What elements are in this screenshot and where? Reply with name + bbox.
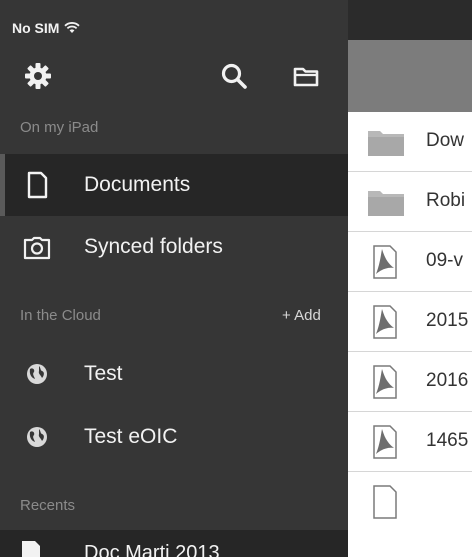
sidebar-item-synced-folders[interactable]: Synced folders <box>0 216 348 278</box>
file-name: 1465 <box>426 430 469 451</box>
sidebar-item-label: Documents <box>84 173 191 196</box>
folder-icon <box>368 131 404 156</box>
file-list-pane: Dow Robi 09-v 2015 2016 1465 <box>348 40 472 557</box>
recent-item[interactable]: Doc Marti 2013 <box>0 530 348 557</box>
sidebar-item-label: Test eOIC <box>84 425 178 448</box>
sidebar-toolbar <box>0 40 348 112</box>
pdf-icon <box>373 485 397 519</box>
settings-button[interactable] <box>20 58 56 94</box>
file-row[interactable]: Robi <box>348 172 472 232</box>
file-row[interactable]: 2016 <box>348 352 472 412</box>
globe-icon <box>27 364 47 384</box>
file-name: 2015 <box>426 310 469 331</box>
section-label-cloud: In the Cloud <box>20 307 101 324</box>
file-name: Dow <box>426 130 465 151</box>
sidebar-item-cloud-test-eoic[interactable]: Test eOIC <box>0 406 348 468</box>
sidebar-item-label: Synced folders <box>84 235 223 258</box>
file-row[interactable]: Dow <box>348 112 472 172</box>
search-button[interactable] <box>216 58 252 94</box>
document-icon <box>27 171 48 199</box>
sidebar-item-cloud-test[interactable]: Test <box>0 343 348 405</box>
carrier-label: No SIM <box>12 19 60 36</box>
folder-button[interactable] <box>288 58 324 94</box>
file-name: 2016 <box>426 370 469 391</box>
sidebar: No SIM On my iPad Documents Synced folde… <box>0 0 348 557</box>
globe-icon <box>27 427 47 447</box>
file-name: 09-v <box>426 250 463 271</box>
section-label-on-device: On my iPad <box>20 119 99 136</box>
folder-icon <box>293 67 319 87</box>
file-row[interactable]: 09-v <box>348 232 472 292</box>
gear-icon <box>25 63 51 89</box>
folder-icon <box>368 191 404 216</box>
status-bar: No SIM <box>0 0 348 40</box>
pdf-icon <box>373 245 397 279</box>
file-row[interactable] <box>348 472 472 532</box>
wifi-icon <box>64 21 81 33</box>
recent-item-label: Doc Marti 2013 <box>84 542 220 557</box>
add-cloud-button[interactable]: + Add <box>282 307 321 324</box>
section-label-recents: Recents <box>20 497 76 514</box>
file-row[interactable]: 1465 <box>348 412 472 472</box>
camera-folder-icon <box>23 236 51 260</box>
search-icon <box>221 63 247 89</box>
pdf-icon <box>373 425 397 459</box>
pdf-icon <box>373 305 397 339</box>
file-list-header <box>348 40 472 112</box>
pdf-icon <box>373 365 397 399</box>
file-name: Robi <box>426 190 466 211</box>
sidebar-item-label: Test <box>84 362 123 385</box>
sidebar-item-documents[interactable]: Documents <box>0 154 348 216</box>
pdf-icon <box>22 541 40 557</box>
file-row[interactable]: 2015 <box>348 292 472 352</box>
